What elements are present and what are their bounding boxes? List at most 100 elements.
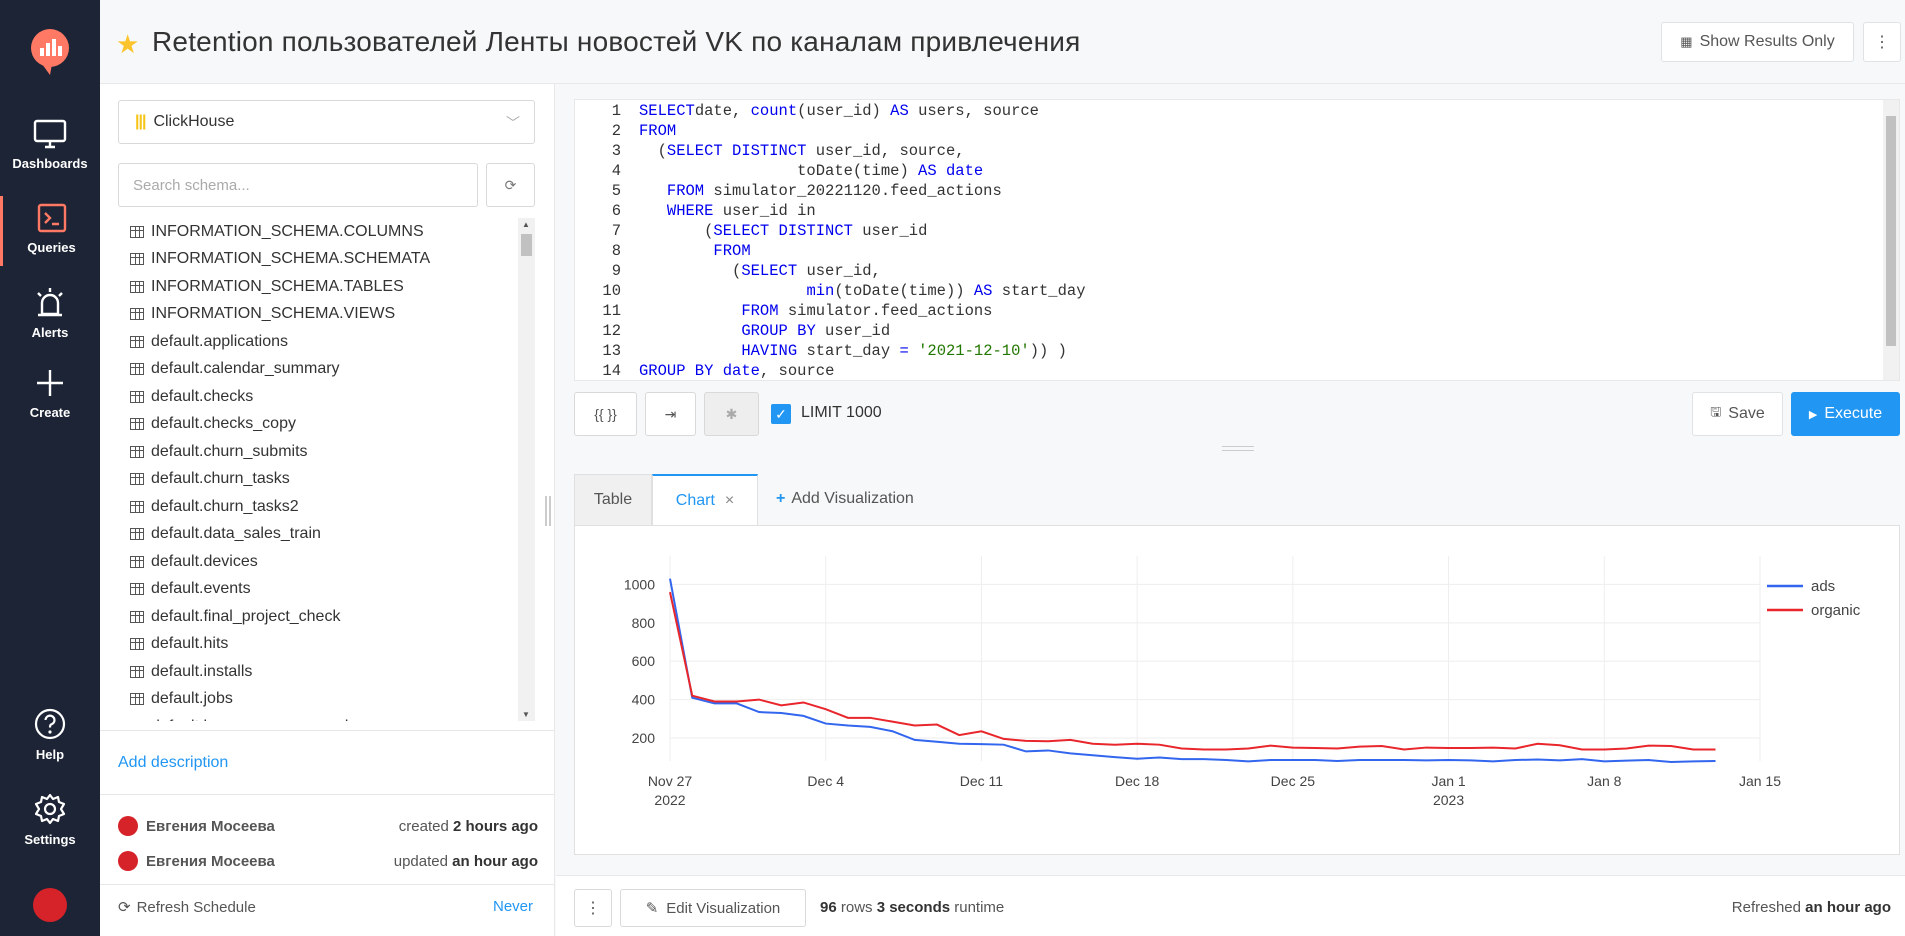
header-kebab-button[interactable]: ⋮ (1863, 22, 1901, 62)
line-number: 10 (602, 282, 621, 300)
schema-refresh-button[interactable]: ⟳ (486, 163, 535, 207)
datasource-select[interactable]: ||| ClickHouse ﹀ (118, 100, 535, 144)
code-text: FROM simulator.feed_actions (741, 302, 993, 320)
schema-table-item[interactable]: default.installs (130, 658, 525, 686)
clickhouse-icon: ||| (135, 113, 146, 130)
tab-table-label: Table (593, 491, 633, 508)
nav-create[interactable]: Create (0, 367, 100, 420)
schema-table-item[interactable]: default.devices (130, 548, 525, 576)
format-query-button[interactable]: ⇥ (645, 392, 696, 436)
schema-table-item[interactable]: default.final_project_check (130, 603, 525, 631)
show-results-only-button[interactable]: ▦ Show Results Only (1661, 22, 1854, 62)
nav-settings[interactable]: Settings (0, 792, 100, 847)
schema-table-name: default.data_sales_train (151, 525, 321, 543)
created-row: Евгения Мосеева created 2 hours ago (118, 816, 538, 836)
schema-table-item[interactable]: default.checks (130, 383, 525, 411)
x-tick-year: 2022 (654, 792, 685, 808)
schema-table-name: INFORMATION_SCHEMA.COLUMNS (151, 222, 424, 240)
schema-table-item[interactable]: INFORMATION_SCHEMA.SCHEMATA (130, 246, 525, 274)
editor-resize-handle[interactable] (1222, 446, 1254, 451)
execute-label: Execute (1824, 405, 1883, 422)
y-tick-label: 400 (632, 692, 656, 708)
panel-resize-handle[interactable] (545, 496, 551, 526)
refresh-schedule-text: Refresh Schedule (136, 898, 256, 916)
close-tab-icon[interactable]: × (725, 492, 734, 510)
schema-table-item[interactable]: default.data_sales_train (130, 521, 525, 549)
updater-avatar (118, 851, 138, 871)
x-tick-label: Dec 25 (1271, 773, 1316, 789)
table-grid-icon (130, 308, 144, 321)
query-editor[interactable]: 1 SELECTdate, count(user_id) AS users, so… (574, 99, 1900, 381)
nav-dashboards[interactable]: Dashboards (0, 118, 100, 171)
schema-table-item[interactable]: default.applications (130, 328, 525, 356)
autocomplete-button[interactable]: ✱ (704, 392, 759, 436)
x-tick-label: Jan 15 (1739, 773, 1781, 789)
line-number: 7 (611, 222, 621, 240)
schema-table-item[interactable]: default.karpov_express_orders (130, 713, 525, 721)
redash-logo-icon[interactable] (28, 28, 72, 76)
schema-search-input[interactable] (118, 163, 478, 207)
table-grid-icon (130, 390, 144, 403)
creator-avatar (118, 816, 138, 836)
chevron-down-icon: ﹀ (506, 115, 520, 131)
save-button[interactable]: 🖫 Save (1692, 392, 1783, 436)
refresh-schedule-value[interactable]: Never (493, 898, 533, 915)
updated-time: updated an hour ago (393, 852, 538, 870)
code-text: FROM (713, 242, 751, 260)
nav-queries[interactable]: Queries (0, 196, 100, 266)
schema-table-item[interactable]: default.churn_submits (130, 438, 525, 466)
editor-scrollbar[interactable] (1883, 100, 1899, 380)
updater-name: Евгения Мосеева (146, 852, 275, 870)
execute-button[interactable]: ▶ Execute (1791, 392, 1900, 436)
favorite-star-icon[interactable]: ★ (116, 29, 139, 60)
line-number: 14 (602, 362, 621, 380)
add-parameter-button[interactable]: {{ }} (574, 392, 637, 436)
schema-table-name: default.churn_tasks (151, 470, 290, 488)
editor-scrollbar-thumb[interactable] (1886, 116, 1896, 346)
chart-container: Nov 27 2022 Dec 4 Dec 11 Dec 18 Dec 25 Jan 1 20… (574, 525, 1900, 855)
add-visualization-button[interactable]: + Add Visualization (776, 490, 914, 508)
line-number: 8 (611, 242, 621, 260)
schema-table-name: default.events (151, 580, 251, 598)
schema-table-name: default.calendar_summary (151, 360, 340, 378)
user-avatar[interactable] (33, 888, 67, 922)
page-title[interactable]: Retention пользователей Ленты новостей V… (152, 26, 1080, 58)
terminal-icon (37, 203, 66, 233)
line-number: 12 (602, 322, 621, 340)
line-number: 2 (611, 122, 621, 140)
retention-line-chart[interactable]: Nov 27 2022 Dec 4 Dec 11 Dec 18 Dec 25 Jan 1 20… (575, 526, 1899, 854)
scrollbar-thumb[interactable] (521, 234, 532, 256)
schema-table-item[interactable]: default.calendar_summary (130, 356, 525, 384)
schema-table-item[interactable]: default.checks_copy (130, 411, 525, 439)
schema-scrollbar[interactable]: ▲ ▼ (518, 218, 535, 721)
schema-table-name: INFORMATION_SCHEMA.TABLES (151, 277, 404, 295)
nav-alerts[interactable]: Alerts (0, 285, 100, 340)
footer-kebab-button[interactable]: ⋮ (574, 889, 612, 927)
table-grid-icon (130, 665, 144, 678)
refresh-schedule-icon: ⟳ (118, 899, 131, 916)
tab-table[interactable]: Table (574, 474, 652, 526)
scroll-up-arrow-icon[interactable]: ▲ (522, 220, 530, 229)
updated-row: Евгения Мосеева updated an hour ago (118, 851, 538, 871)
x-tick-label: Dec 11 (960, 773, 1004, 789)
schema-table-item[interactable]: default.hits (130, 631, 525, 659)
schema-table-item[interactable]: INFORMATION_SCHEMA.TABLES (130, 273, 525, 301)
table-grid-icon (130, 500, 144, 513)
nav-help[interactable]: Help (0, 707, 100, 762)
schema-table-item[interactable]: INFORMATION_SCHEMA.VIEWS (130, 301, 525, 329)
schema-table-item[interactable]: default.jobs (130, 686, 525, 714)
tab-chart[interactable]: Chart × (652, 474, 758, 526)
schema-table-item[interactable]: INFORMATION_SCHEMA.COLUMNS (130, 218, 525, 246)
schema-table-item[interactable]: default.churn_tasks (130, 466, 525, 494)
add-description-link[interactable]: Add description (118, 754, 228, 772)
limit-label[interactable]: LIMIT 1000 (801, 404, 882, 422)
schema-browser: ||| ClickHouse ﹀ ⟳ INFORMATION_SCHEMA.CO… (100, 84, 555, 936)
schema-table-item[interactable]: default.churn_tasks2 (130, 493, 525, 521)
page-header: ★ Retention пользователей Ленты новостей… (100, 0, 1905, 84)
schema-table-list: INFORMATION_SCHEMA.COLUMNS INFORMATION_SC… (130, 218, 525, 721)
meta-divider (100, 884, 554, 885)
scroll-down-arrow-icon[interactable]: ▼ (522, 710, 530, 719)
schema-table-item[interactable]: default.events (130, 576, 525, 604)
edit-visualization-button[interactable]: ✎ Edit Visualization (620, 889, 806, 927)
limit-checkbox[interactable]: ✓ (771, 404, 791, 424)
